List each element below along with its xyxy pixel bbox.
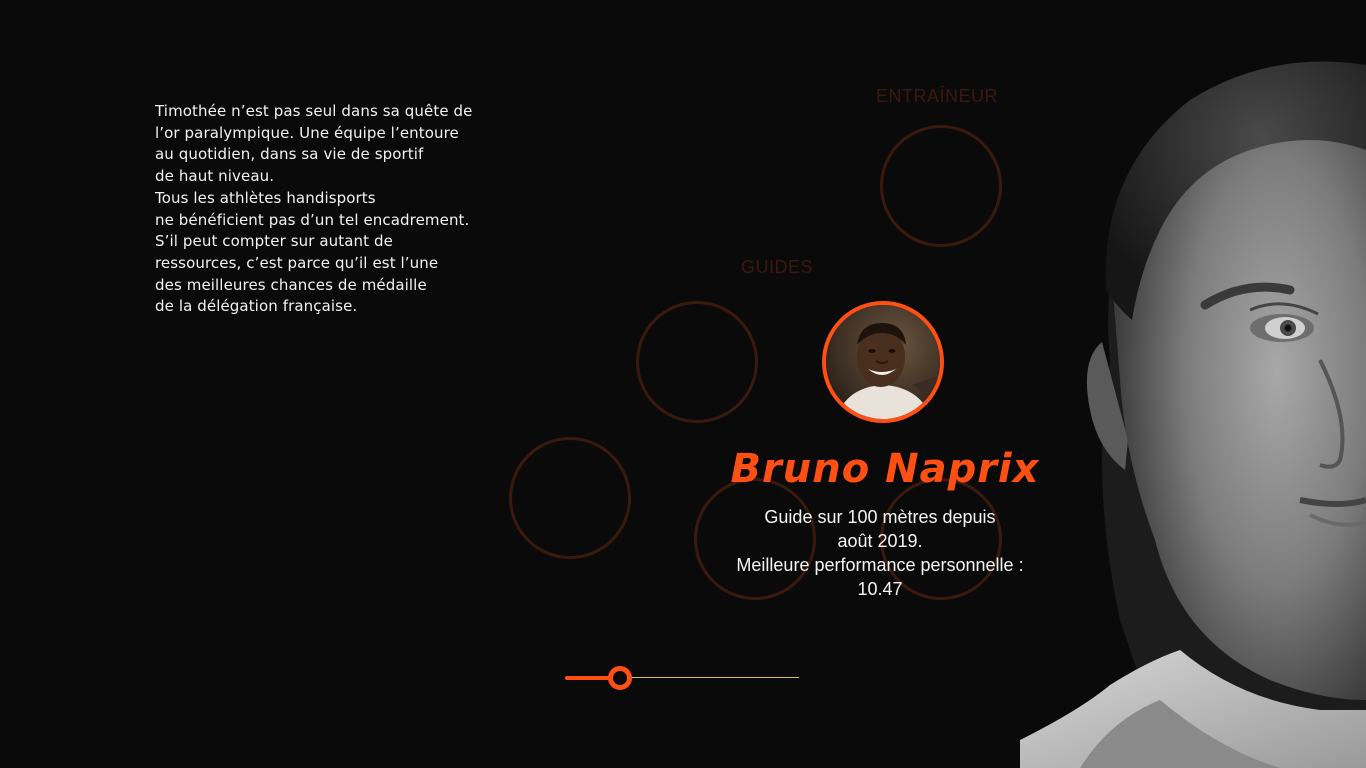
intro-line: de la délégation française. [155,297,358,316]
intro-line: Tous les athlètes handisports [155,188,376,207]
intro-line: Timothée n’est pas seul dans sa quête de [155,102,473,120]
intro-line: S’il peut compter sur autant de [155,232,393,251]
guide-description-line: août 2019. [837,531,923,551]
timeline-handle[interactable] [608,666,632,690]
guide-description-line: Guide sur 100 mètres depuis [764,507,996,527]
athlete-portrait-photo [1020,61,1366,768]
intro-line: l’or paralympique. Une équipe l’entoure [155,123,459,142]
guide-description: Guide sur 100 mètres depuis août 2019. M… [690,505,1070,601]
guide-slot[interactable] [636,301,758,423]
timeline-track [621,677,799,678]
category-label-coach: ENTRAÎNEUR [876,86,999,106]
intro-line: ne bénéficient pas d’un tel encadrement. [155,210,470,229]
guide-slot[interactable] [509,437,631,559]
guide-name: Bruno Naprix [730,446,1040,492]
intro-line: au quotidien, dans sa vie de sportif [155,145,424,164]
guide-description-line: Meilleure performance personnelle : [736,555,1024,575]
progress-timeline[interactable] [563,663,803,693]
category-label-guides: GUIDES [741,257,814,277]
coach-slot[interactable] [880,125,1002,247]
intro-paragraph: Timothée n’est pas seul dans sa quête de… [155,101,495,318]
guide-avatar-selected[interactable] [822,301,944,423]
intro-line: ressources, c’est parce qu’il est l’une [155,253,439,272]
team-section: Timothée n’est pas seul dans sa quête de… [0,0,1366,768]
guide-description-line: 10.47 [857,579,903,599]
intro-line: de haut niveau. [155,167,275,186]
intro-line: des meilleures chances de médaille [155,275,427,294]
guide-portrait-photo [826,305,940,419]
